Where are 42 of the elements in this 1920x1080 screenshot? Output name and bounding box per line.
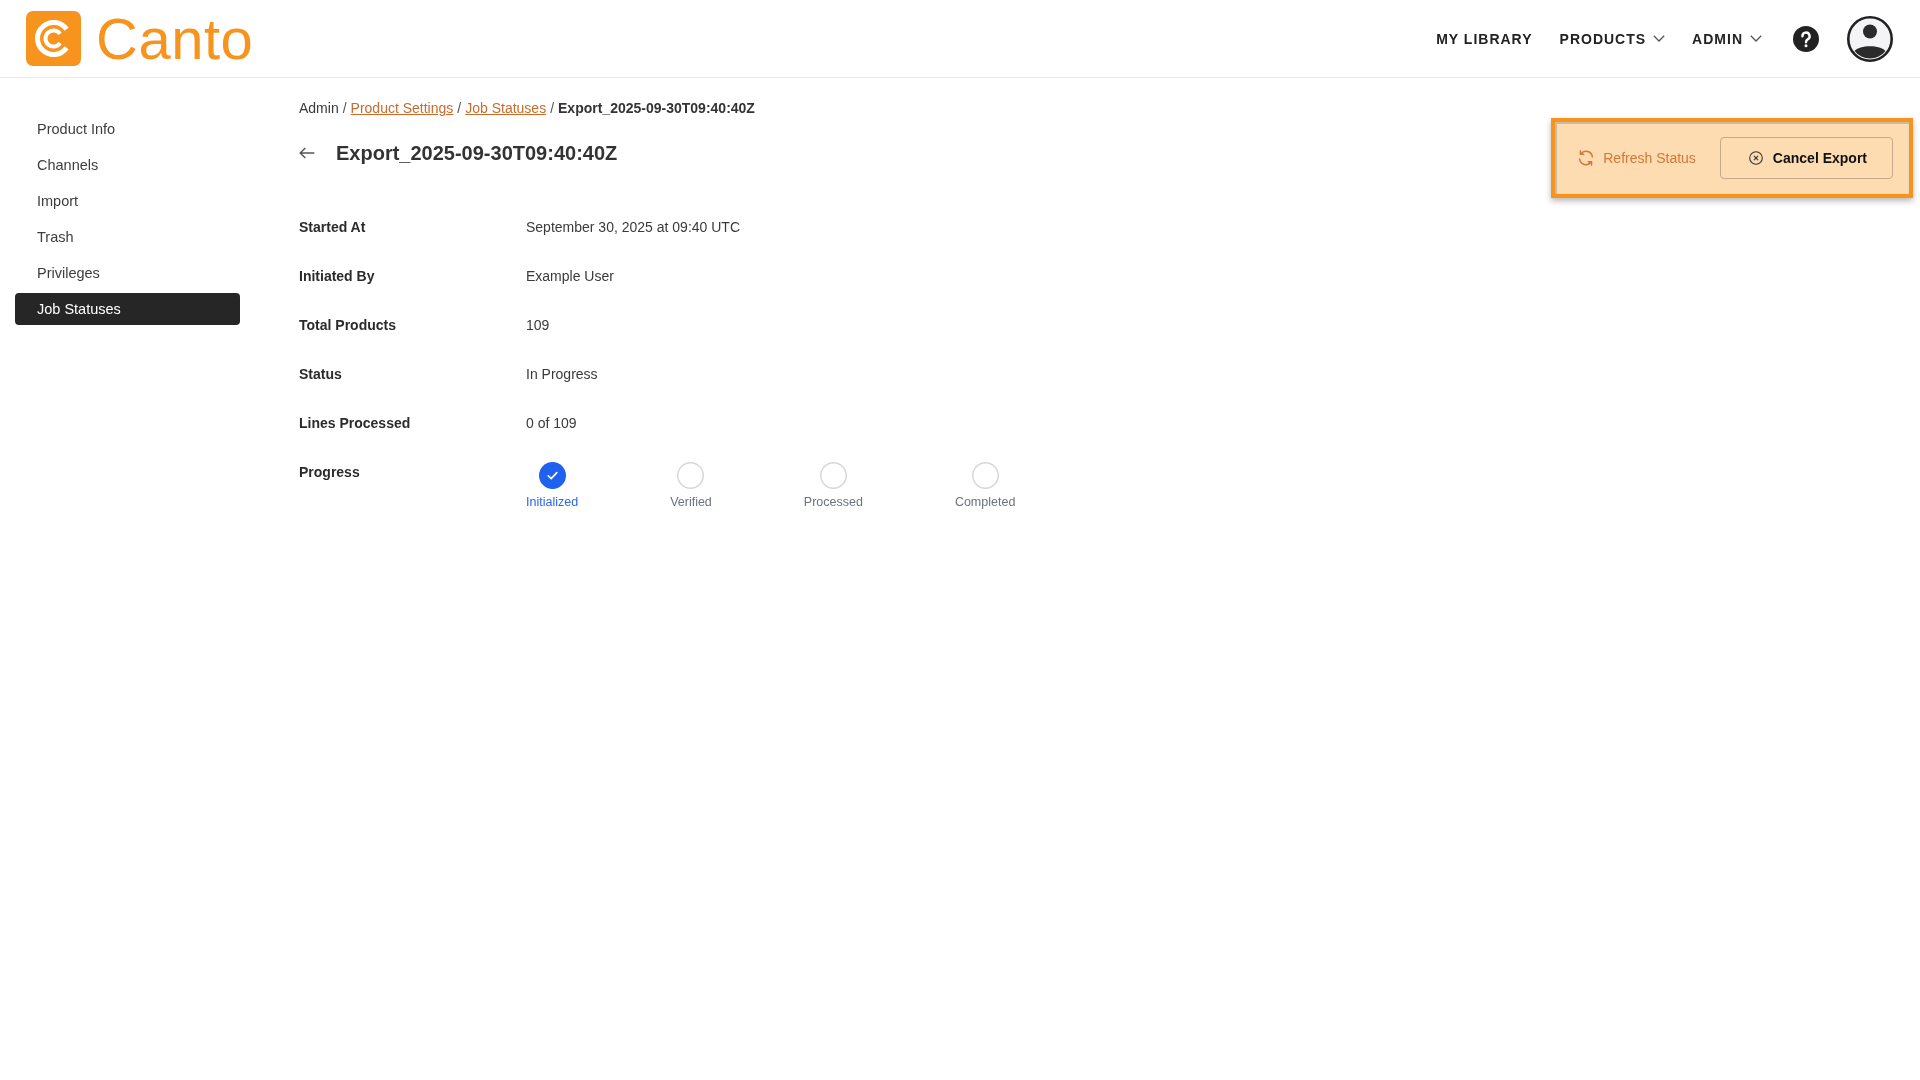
step-label: Initialized xyxy=(526,494,579,510)
breadcrumb-current: Export_2025-09-30T09:40:40Z xyxy=(558,99,755,118)
field-value: In Progress xyxy=(526,365,599,384)
logo-icon xyxy=(26,11,81,66)
field-label: Started At xyxy=(299,218,367,237)
field-label: Progress xyxy=(299,463,361,482)
cancel-button[interactable]: Cancel Export xyxy=(1719,137,1893,179)
sidebar-item[interactable]: Trash xyxy=(15,221,240,253)
breadcrumb-separator: / xyxy=(342,99,347,118)
step-label: Verified xyxy=(670,494,712,510)
step-label: Completed xyxy=(954,494,1016,510)
breadcrumb-separator: / xyxy=(550,99,555,118)
field-label: Total Products xyxy=(299,316,397,335)
field-value: September 30, 2025 at 09:40 UTC xyxy=(526,218,742,237)
chevron-down-icon xyxy=(1653,35,1666,42)
help-icon[interactable] xyxy=(1793,25,1819,52)
close-circle-icon xyxy=(1748,151,1763,165)
field-label: Initiated By xyxy=(299,267,376,286)
sidebar-item[interactable]: Channels xyxy=(15,149,240,181)
logo-text: Canto xyxy=(96,9,254,68)
breadcrumb-text: Admin xyxy=(299,99,339,118)
avatar-icon[interactable] xyxy=(1847,15,1893,62)
field-value: 0 of 109 xyxy=(526,414,578,433)
refresh-icon xyxy=(1577,149,1596,167)
back-arrow-icon[interactable] xyxy=(299,147,315,159)
sidebar-item[interactable]: Job Statuses xyxy=(15,293,240,325)
field-label: Lines Processed xyxy=(299,414,412,433)
breadcrumb-link[interactable]: Job Statuses xyxy=(465,98,547,118)
breadcrumb-separator: / xyxy=(457,99,462,118)
page-title: Export_2025-09-30T09:40:40Z xyxy=(336,141,618,166)
sidebar-item[interactable]: Privileges xyxy=(15,257,240,289)
chevron-down-icon xyxy=(1750,35,1762,42)
nav-dropdown[interactable]: ADMIN xyxy=(1692,30,1762,47)
field-value: Example User xyxy=(526,267,615,286)
field-label: Status xyxy=(299,365,343,384)
field-value: 109 xyxy=(526,316,551,335)
nav-dropdown[interactable]: PRODUCTS xyxy=(1559,30,1666,47)
sidebar-item[interactable]: Product Info xyxy=(15,113,240,145)
breadcrumb-link[interactable]: Product Settings xyxy=(350,98,454,118)
step-label: Processed xyxy=(803,494,863,510)
sidebar-item[interactable]: Import xyxy=(15,185,240,217)
nav-link[interactable]: MY LIBRARY xyxy=(1436,30,1533,47)
